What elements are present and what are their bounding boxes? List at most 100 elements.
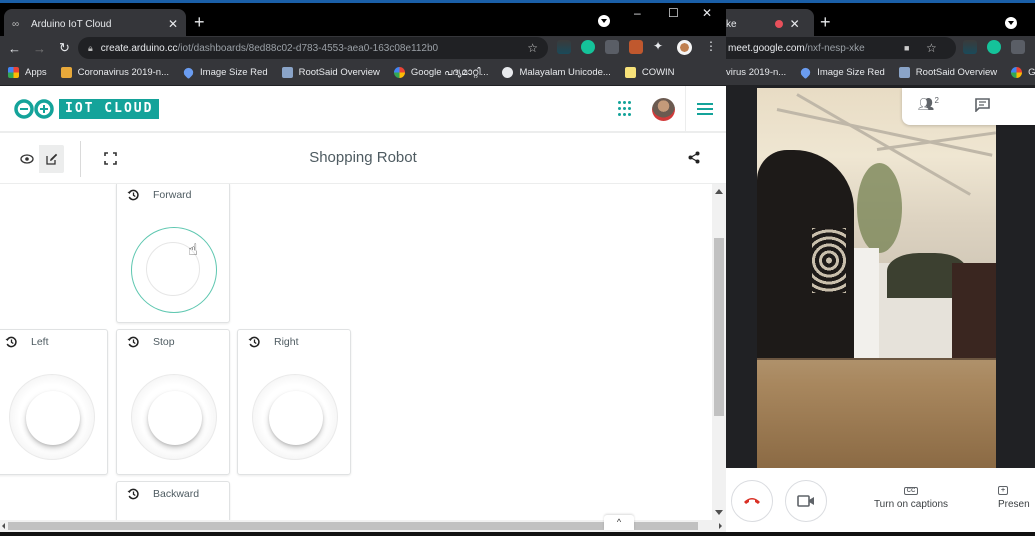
grammarly-icon[interactable]	[581, 40, 595, 54]
leave-call-button[interactable]	[731, 480, 773, 522]
tab-google-meet[interactable]: ke ✕	[726, 9, 814, 39]
maximize-button[interactable]: ☐	[668, 6, 679, 20]
extension-icon[interactable]	[557, 40, 571, 54]
chat-button[interactable]	[975, 98, 990, 117]
widget-backward[interactable]: Backward	[116, 481, 230, 520]
bookmark-label: Goog	[1028, 67, 1035, 78]
bookmark-rootsaid[interactable]: RootSaid Overview	[898, 67, 997, 78]
close-tab-icon[interactable]: ✕	[790, 17, 800, 31]
push-button-stop[interactable]	[131, 374, 217, 460]
camera-in-use-icon[interactable]: ■	[904, 43, 909, 53]
extension-icon[interactable]	[963, 40, 977, 54]
push-button-right[interactable]	[252, 374, 338, 460]
widget-label: Stop	[153, 336, 175, 348]
back-arrow-icon[interactable]: ←	[2, 41, 27, 56]
minimize-button[interactable]: –	[634, 6, 641, 20]
url-path: /iot/dashboards/8ed88c02-d783-4553-aea0-…	[177, 42, 439, 54]
camera-toggle-button[interactable]	[785, 480, 827, 522]
forward-arrow-icon[interactable]: →	[27, 41, 52, 56]
extension-icon[interactable]	[1011, 40, 1025, 54]
user-avatar[interactable]	[652, 98, 675, 121]
address-bar[interactable]: 🔒︎ create.arduino.cc/iot/dashboards/8ed8…	[78, 37, 548, 59]
widget-forward[interactable]: Forward	[116, 184, 230, 323]
taskbar-strip	[0, 532, 1035, 536]
push-button-forward[interactable]	[131, 227, 217, 313]
folder-icon	[60, 67, 72, 78]
widget-right[interactable]: Right	[237, 329, 351, 475]
site-icon	[281, 67, 293, 78]
dashboard-toolbar: Shopping Robot	[0, 135, 726, 184]
widget-stop[interactable]: Stop	[116, 329, 230, 475]
kebab-menu-icon[interactable]: ⋮	[705, 39, 717, 53]
bookmark-label: Google പദ്യമാറ്റി...	[410, 67, 489, 78]
widget-header: Right	[248, 336, 299, 348]
bookmark-malayalam-unicode[interactable]: Malayalam Unicode...	[502, 67, 611, 78]
history-icon[interactable]	[127, 488, 139, 500]
reload-icon[interactable]: ↻	[52, 40, 77, 56]
extensions-puzzle-icon[interactable]: ✦	[653, 39, 663, 53]
scroll-thumb[interactable]	[8, 522, 698, 530]
arduino-iot-logo[interactable]: IOT CLOUD	[13, 99, 160, 119]
widget-header: Forward	[127, 189, 192, 201]
bookmark-star-icon[interactable]: ☆	[926, 41, 937, 55]
extension-icon[interactable]	[629, 40, 643, 54]
address-bar[interactable]: meet.google.com/nxf-nesp-xke ■ ☆	[726, 37, 956, 59]
tab-arduino-iot-cloud[interactable]: ∞ Arduino IoT Cloud ✕	[4, 9, 186, 39]
bookmark-label: Coronavirus 2019-n...	[77, 67, 170, 78]
widget-header: Left	[5, 336, 49, 348]
widget-header: Backward	[127, 488, 199, 500]
chat-icon	[975, 98, 990, 113]
history-icon[interactable]	[5, 336, 17, 348]
collapse-panel-button[interactable]: ^	[604, 515, 634, 530]
scroll-up-arrow-icon[interactable]	[715, 189, 723, 194]
scroll-thumb[interactable]	[714, 238, 724, 416]
bookmark-apps[interactable]: Apps	[8, 67, 47, 78]
history-icon[interactable]	[127, 336, 139, 348]
apps-launcher-icon[interactable]	[618, 101, 634, 117]
bookmark-google[interactable]: Google പദ്യമാറ്റി...	[393, 67, 489, 78]
media-indicator-icon[interactable]	[598, 15, 610, 27]
gate-pattern	[812, 228, 846, 293]
share-button[interactable]	[688, 151, 700, 169]
bookmark-star-icon[interactable]: ☆	[527, 41, 538, 55]
new-tab-button[interactable]: +	[820, 13, 831, 31]
heart-icon	[181, 65, 196, 80]
tab-title: Arduino IoT Cloud	[31, 18, 112, 30]
grammarly-icon[interactable]	[987, 40, 1001, 54]
close-window-button[interactable]: ✕	[702, 6, 712, 20]
bookmark-image-size-red[interactable]: Image Size Red	[181, 65, 268, 80]
close-tab-icon[interactable]: ✕	[168, 17, 178, 31]
iot-cloud-page: IOT CLOUD Shopping Robot Forward Left St…	[0, 86, 726, 536]
history-icon[interactable]	[248, 336, 260, 348]
scroll-right-arrow-icon[interactable]	[719, 523, 722, 529]
history-icon[interactable]	[127, 189, 139, 201]
url-host: create.arduino.cc	[100, 42, 178, 54]
bookmark-cowin[interactable]: COWIN	[624, 67, 675, 78]
new-tab-button[interactable]: +	[194, 13, 205, 31]
widget-label: Forward	[153, 189, 192, 201]
bookmark-google[interactable]: Goog	[1011, 67, 1035, 78]
bookmark-label: Malayalam Unicode...	[519, 67, 611, 78]
bookmark-coronavirus[interactable]: Coronavirus 2019-n...	[60, 67, 170, 78]
bookmark-coronavirus[interactable]: virus 2019-n...	[726, 67, 786, 78]
vertical-scrollbar[interactable]	[712, 184, 726, 520]
participants-button[interactable]: 👥︎2	[918, 96, 939, 112]
extension-icon[interactable]	[605, 40, 619, 54]
captions-button[interactable]: CC Turn on captions	[866, 484, 956, 510]
profile-avatar-icon[interactable]	[677, 40, 692, 55]
scroll-down-arrow-icon[interactable]	[715, 510, 723, 515]
present-screen-icon: +	[998, 486, 1009, 495]
google-icon	[393, 67, 405, 78]
present-button[interactable]: + Presen	[998, 484, 1035, 510]
media-indicator-icon[interactable]	[1005, 17, 1017, 29]
push-button-left[interactable]	[9, 374, 95, 460]
site-icon	[898, 67, 910, 78]
bookmark-rootsaid[interactable]: RootSaid Overview	[281, 67, 380, 78]
bookmark-label: Image Size Red	[817, 67, 885, 78]
hamburger-menu-icon[interactable]	[697, 103, 713, 115]
widget-label: Right	[274, 336, 299, 348]
recording-indicator-icon	[774, 20, 783, 28]
scroll-left-arrow-icon[interactable]	[2, 523, 5, 529]
widget-left[interactable]: Left	[0, 329, 108, 475]
bookmark-image-size-red[interactable]: Image Size Red	[799, 65, 885, 80]
